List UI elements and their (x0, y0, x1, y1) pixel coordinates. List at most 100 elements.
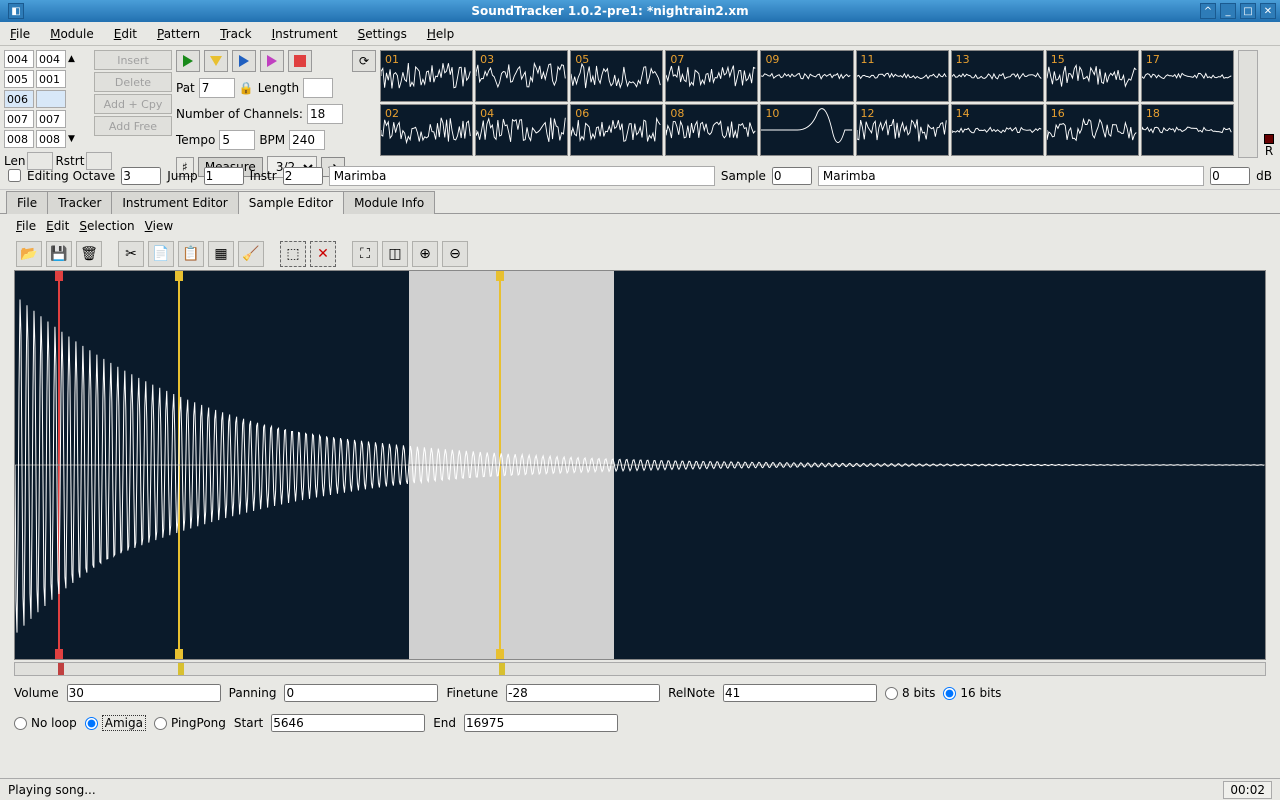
instr-name-input[interactable] (329, 166, 715, 186)
pattern-cell-18[interactable]: 18 (1141, 104, 1234, 156)
menu-track[interactable]: Track (216, 25, 255, 43)
copy-icon[interactable]: 📄 (148, 241, 174, 267)
order-pat-3[interactable] (36, 110, 66, 128)
order-pos-3[interactable] (4, 110, 34, 128)
menu-help[interactable]: Help (423, 25, 458, 43)
len-input[interactable] (27, 152, 53, 170)
menu-file[interactable]: File (6, 25, 34, 43)
pattern-cell-06[interactable]: 06 (570, 104, 663, 156)
zoom-fit-icon[interactable]: ⛶ (352, 241, 378, 267)
play-song-button[interactable] (176, 50, 200, 72)
db-input[interactable] (1210, 167, 1250, 185)
stop-button[interactable] (288, 50, 312, 72)
menu-module[interactable]: Module (46, 25, 98, 43)
order-pat-2[interactable] (36, 90, 66, 108)
sample-input[interactable] (772, 167, 812, 185)
save-icon[interactable]: 💾 (46, 241, 72, 267)
bits16-radio[interactable]: 16 bits (943, 686, 1001, 700)
paste-icon[interactable]: 📋 (178, 241, 204, 267)
order-pat-1[interactable] (36, 70, 66, 88)
pattern-cell-05[interactable]: 05 (570, 50, 663, 102)
select-none-icon[interactable]: ✕ (310, 241, 336, 267)
menu-settings[interactable]: Settings (354, 25, 411, 43)
zoom-sel-icon[interactable]: ◫ (382, 241, 408, 267)
order-pos-2[interactable] (4, 90, 34, 108)
window-raise-icon[interactable]: ^ (1200, 3, 1216, 19)
amiga-radio[interactable]: Amiga (85, 715, 146, 731)
window-close-icon[interactable]: ✕ (1260, 3, 1276, 19)
insert-button[interactable]: Insert (94, 50, 172, 70)
pattern-cell-02[interactable]: 02 (380, 104, 473, 156)
order-pat-4[interactable] (36, 130, 66, 148)
pingpong-radio[interactable]: PingPong (154, 716, 226, 730)
sample-menu-view[interactable]: View (145, 219, 173, 233)
add-free-button[interactable]: Add Free (94, 116, 172, 136)
jump-input[interactable] (204, 167, 244, 185)
octave-input[interactable] (121, 167, 161, 185)
order-pos-0[interactable] (4, 50, 34, 68)
window-maximize-icon[interactable]: □ (1240, 3, 1256, 19)
waveform-scrollbar[interactable] (14, 662, 1266, 676)
sample-name-input[interactable] (818, 166, 1204, 186)
menu-pattern[interactable]: Pattern (153, 25, 204, 43)
tab-file[interactable]: File (6, 191, 48, 214)
panning-input[interactable] (284, 684, 438, 702)
open-icon[interactable]: 📂 (16, 241, 42, 267)
volume-input[interactable] (67, 684, 221, 702)
sample-menu-file[interactable]: File (16, 219, 36, 233)
instr-input[interactable] (283, 167, 323, 185)
menu-instrument[interactable]: Instrument (268, 25, 342, 43)
pattern-cell-07[interactable]: 07 (665, 50, 758, 102)
noloop-radio[interactable]: No loop (14, 716, 77, 730)
pat-input[interactable] (199, 78, 235, 98)
tab-instrument-editor[interactable]: Instrument Editor (111, 191, 238, 214)
pattern-cell-03[interactable]: 03 (475, 50, 568, 102)
pattern-cell-17[interactable]: 17 (1141, 50, 1234, 102)
tab-sample-editor[interactable]: Sample Editor (238, 191, 344, 214)
zoom-out-icon[interactable]: ⊖ (442, 241, 468, 267)
sample-waveform[interactable] (14, 270, 1266, 660)
zoom-in-icon[interactable]: ⊕ (412, 241, 438, 267)
finetune-input[interactable] (506, 684, 660, 702)
pattern-cell-15[interactable]: 15 (1046, 50, 1139, 102)
order-pos-4[interactable] (4, 130, 34, 148)
pattern-cell-10[interactable]: 10 (760, 104, 853, 156)
pattern-cell-09[interactable]: 09 (760, 50, 853, 102)
play-from-button[interactable] (232, 50, 256, 72)
sample-menu-selection[interactable]: Selection (79, 219, 134, 233)
play-loop-button[interactable] (260, 50, 284, 72)
play-pattern-button[interactable] (204, 50, 228, 72)
lock-icon[interactable]: 🔒 (239, 81, 254, 95)
calendar-icon[interactable]: ▦ (208, 241, 234, 267)
clean-icon[interactable]: 🧹 (238, 241, 264, 267)
order-pat-0[interactable] (36, 50, 66, 68)
select-icon[interactable]: ⬚ (280, 241, 306, 267)
tab-tracker[interactable]: Tracker (47, 191, 112, 214)
bpm-input[interactable] (289, 130, 325, 150)
length-input[interactable] (303, 78, 333, 98)
start-input[interactable] (271, 714, 425, 732)
editing-checkbox[interactable] (8, 169, 21, 182)
window-menu-icon[interactable]: ◧ (8, 3, 24, 19)
pattern-cell-04[interactable]: 04 (475, 104, 568, 156)
sample-menu-edit[interactable]: Edit (46, 219, 69, 233)
relnote-input[interactable] (723, 684, 877, 702)
delete-icon[interactable]: 🗑 (76, 241, 102, 267)
pattern-cell-16[interactable]: 16 (1046, 104, 1139, 156)
menu-edit[interactable]: Edit (110, 25, 141, 43)
cut-icon[interactable]: ✂ (118, 241, 144, 267)
bits8-radio[interactable]: 8 bits (885, 686, 935, 700)
order-pos-1[interactable] (4, 70, 34, 88)
pattern-cell-08[interactable]: 08 (665, 104, 758, 156)
pattern-cell-14[interactable]: 14 (951, 104, 1044, 156)
add-copy-button[interactable]: Add + Cpy (94, 94, 172, 114)
window-minimize-icon[interactable]: _ (1220, 3, 1236, 19)
delete-button[interactable]: Delete (94, 72, 172, 92)
pattern-cell-11[interactable]: 11 (856, 50, 949, 102)
pattern-cell-13[interactable]: 13 (951, 50, 1044, 102)
channels-input[interactable] (307, 104, 343, 124)
tempo-input[interactable] (219, 130, 255, 150)
pattern-cell-01[interactable]: 01 (380, 50, 473, 102)
refresh-button[interactable]: ⟳ (352, 50, 376, 72)
end-input[interactable] (464, 714, 618, 732)
